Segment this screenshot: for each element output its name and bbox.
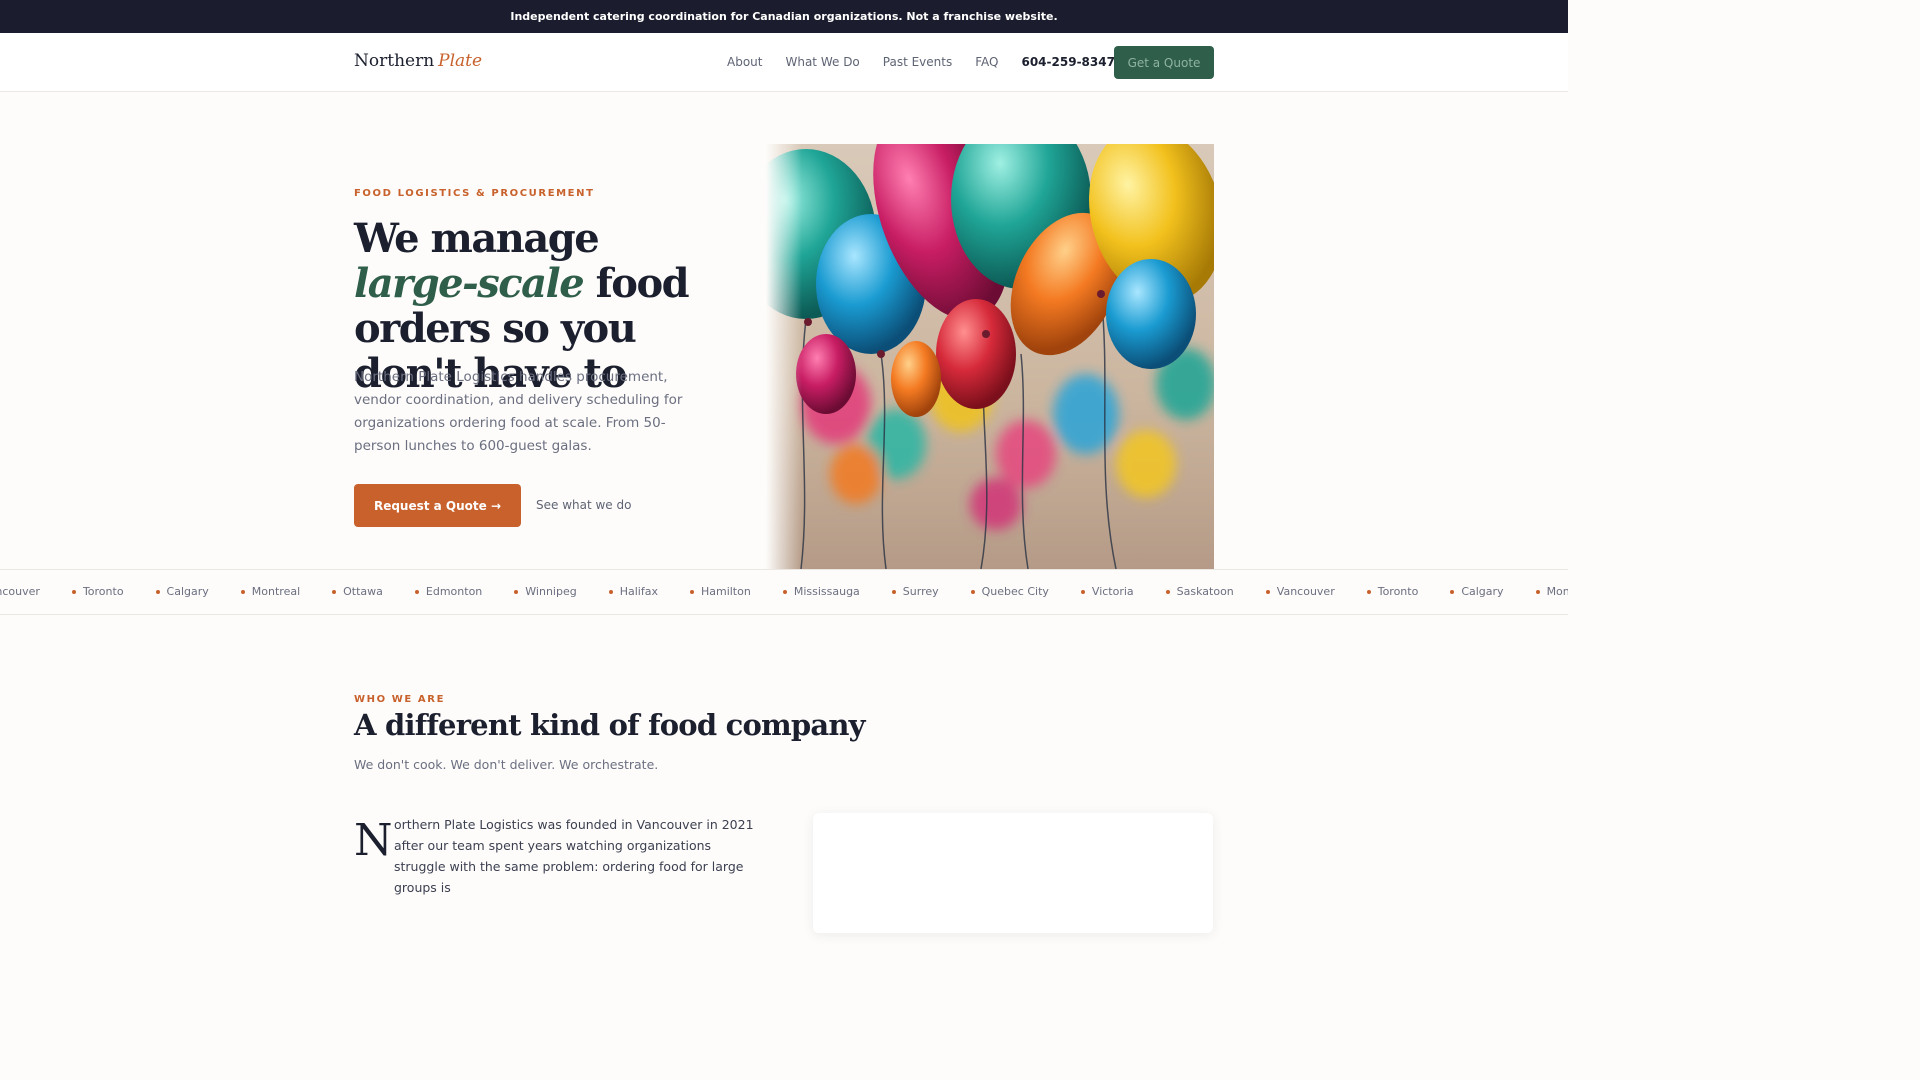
request-quote-button[interactable]: Request a Quote → bbox=[354, 484, 521, 527]
nav-link-what-we-do[interactable]: What We Do bbox=[785, 55, 859, 69]
city-label: Vancouver bbox=[0, 585, 40, 598]
cities-track: Vancouver Toronto Calgary Montreal Ottawa Edm… bbox=[0, 585, 1568, 598]
bullet-dot bbox=[1265, 589, 1270, 594]
about-subtitle: We don't cook. We don't deliver. We orch… bbox=[354, 757, 659, 772]
city-item: Surrey bbox=[860, 585, 939, 598]
get-quote-button[interactable]: Get a Quote bbox=[1114, 46, 1214, 79]
bullet-dot bbox=[608, 589, 613, 594]
city-item: Montreal bbox=[209, 585, 300, 598]
story-body: orthern Plate Logistics was founded in V… bbox=[394, 817, 754, 895]
bullet-dot bbox=[1535, 589, 1540, 594]
bullet-dot bbox=[240, 589, 245, 594]
nav-link-past-events[interactable]: Past Events bbox=[883, 55, 952, 69]
city-item: Toronto bbox=[40, 585, 124, 598]
bullet-dot bbox=[782, 589, 787, 594]
city-item: Vancouver bbox=[1234, 585, 1335, 598]
city-item: Montreal bbox=[1504, 585, 1568, 598]
hero-title-part1: We manage bbox=[354, 215, 600, 262]
city-label: Toronto bbox=[82, 585, 124, 598]
bullet-dot bbox=[155, 589, 160, 594]
brand-logo[interactable]: Northern Plate bbox=[354, 51, 482, 71]
bullet-dot bbox=[514, 589, 519, 594]
announcement-bar: Independent catering coordination for Ca… bbox=[0, 0, 1568, 33]
city-item: Victoria bbox=[1049, 585, 1134, 598]
city-label: Mississauga bbox=[793, 585, 860, 598]
brand-name: Northern bbox=[354, 51, 435, 71]
city-label: Calgary bbox=[166, 585, 209, 598]
city-item: Saskatoon bbox=[1134, 585, 1234, 598]
city-label: Vancouver bbox=[1276, 585, 1335, 598]
hero-balloons-image bbox=[766, 144, 1214, 569]
city-label: Victoria bbox=[1091, 585, 1134, 598]
city-label: Hamilton bbox=[700, 585, 751, 598]
nav-link-about[interactable]: About bbox=[727, 55, 762, 69]
city-item: Quebec City bbox=[939, 585, 1049, 598]
city-label: Ottawa bbox=[343, 585, 383, 598]
bullet-dot bbox=[1165, 589, 1170, 594]
city-item: Mississauga bbox=[751, 585, 860, 598]
city-item: Vancouver bbox=[0, 585, 40, 598]
city-label: Toronto bbox=[1377, 585, 1419, 598]
hero-eyebrow: FOOD LOGISTICS & PROCUREMENT bbox=[354, 188, 595, 199]
city-label: Calgary bbox=[1461, 585, 1504, 598]
nav-link-faq[interactable]: FAQ bbox=[975, 55, 998, 69]
city-label: Edmonton bbox=[425, 585, 483, 598]
hero-description: Northern Plate Logistics handles procure… bbox=[354, 369, 683, 454]
hero-title-emphasis: large-scale bbox=[354, 260, 585, 307]
city-item: Edmonton bbox=[383, 585, 482, 598]
city-item: Ottawa bbox=[300, 585, 383, 598]
site-header: Northern Plate About What We Do Past Even… bbox=[0, 33, 1568, 92]
city-label: Halifax bbox=[619, 585, 658, 598]
bullet-dot bbox=[970, 589, 975, 594]
see-what-we-do-link[interactable]: See what we do bbox=[536, 498, 631, 512]
city-label: Winnipeg bbox=[525, 585, 577, 598]
city-item: Halifax bbox=[577, 585, 658, 598]
phone-link[interactable]: 604-259-8347 bbox=[1021, 55, 1114, 69]
brand-name-accent: Plate bbox=[438, 51, 483, 71]
story-dropcap: N bbox=[354, 815, 393, 866]
bullet-dot bbox=[1080, 589, 1085, 594]
city-item: Toronto bbox=[1335, 585, 1419, 598]
bullet-dot bbox=[891, 589, 896, 594]
bullet-dot bbox=[332, 589, 337, 594]
about-eyebrow: WHO WE ARE bbox=[354, 694, 445, 705]
about-title: A different kind of food company bbox=[354, 708, 866, 742]
main-nav: About What We Do Past Events FAQ 604-259… bbox=[727, 55, 1138, 69]
bullet-dot bbox=[414, 589, 419, 594]
cities-marquee: Vancouver Toronto Calgary Montreal Ottawa Edm… bbox=[0, 569, 1568, 615]
city-label: Quebec City bbox=[981, 585, 1049, 598]
city-item: Calgary bbox=[1418, 585, 1504, 598]
bullet-dot bbox=[1450, 589, 1455, 594]
bullet-dot bbox=[71, 589, 76, 594]
city-label: Saskatoon bbox=[1176, 585, 1234, 598]
city-label: Montreal bbox=[1546, 585, 1568, 598]
bullet-dot bbox=[689, 589, 694, 594]
city-item: Hamilton bbox=[658, 585, 751, 598]
about-card bbox=[813, 813, 1213, 933]
city-item: Winnipeg bbox=[482, 585, 577, 598]
city-label: Montreal bbox=[251, 585, 301, 598]
bullet-dot bbox=[1366, 589, 1371, 594]
city-item: Calgary bbox=[124, 585, 209, 598]
announcement-text: Independent catering coordination for Ca… bbox=[510, 10, 1058, 23]
city-label: Surrey bbox=[902, 585, 939, 598]
